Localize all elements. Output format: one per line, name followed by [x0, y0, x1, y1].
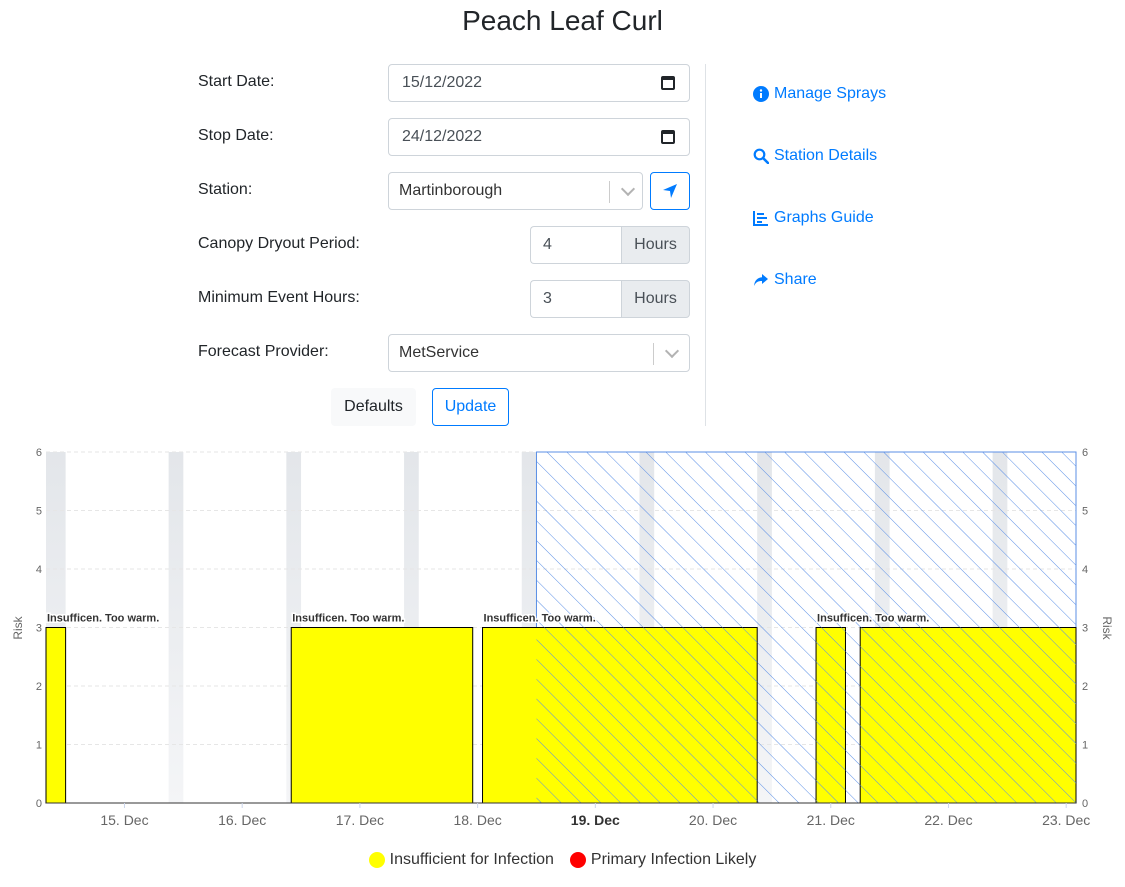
y-tick-label-right: 4 [1082, 564, 1088, 576]
y-tick-label-left: 0 [36, 798, 42, 810]
forecast-hatch-on-area [816, 627, 846, 803]
select-separator [653, 343, 654, 365]
start-date-label: Start Date: [198, 73, 275, 90]
min-event-hours-value: 3 [543, 290, 552, 307]
vertical-divider [705, 64, 706, 426]
page-title: Peach Leaf Curl [462, 5, 663, 36]
select-separator [609, 181, 610, 203]
x-tick-label: 16. Dec [218, 812, 266, 828]
x-tick-label: 23. Dec [1042, 812, 1090, 828]
manage-sprays-link[interactable]: Manage Sprays [753, 85, 886, 103]
y-tick-label-right: 1 [1082, 740, 1088, 752]
x-tick-label: 19. Dec [571, 812, 620, 828]
x-tick-label: 17. Dec [336, 812, 384, 828]
bar-chart-icon [753, 210, 769, 226]
period-label: Insufficen. Too warm. [292, 613, 404, 625]
start-date-value: 15/12/2022 [402, 74, 483, 91]
search-icon [753, 148, 769, 164]
legend-dot-red [569, 852, 586, 868]
share-label: Share [774, 271, 817, 288]
chevron-down-icon[interactable] [620, 181, 636, 197]
info-circle-icon [753, 86, 769, 102]
forecast-hatch-on-area [860, 627, 1076, 803]
y-tick-label-right: 0 [1082, 798, 1088, 810]
x-tick-label: 15. Dec [100, 812, 148, 828]
legend-dot-yellow [368, 852, 385, 868]
y-tick-label-left: 6 [36, 447, 42, 459]
y-axis-label-right: Risk [1100, 616, 1114, 640]
x-tick-label: 21. Dec [807, 812, 855, 828]
legend-item-primary-infection[interactable]: Primary Infection Likely [569, 851, 757, 869]
forecast-provider-label: Forecast Provider: [198, 343, 329, 360]
stop-date-label: Stop Date: [198, 127, 274, 144]
graphs-guide-label: Graphs Guide [774, 209, 874, 226]
station-details-label: Station Details [774, 147, 878, 164]
y-tick-label-left: 1 [36, 740, 42, 752]
y-tick-label-left: 3 [36, 623, 42, 635]
forecast-provider-select[interactable]: MetService [388, 334, 690, 372]
locate-station-button[interactable] [650, 172, 690, 210]
period-label: Insufficen. Too warm. [47, 613, 159, 625]
risk-area[interactable] [45, 627, 67, 804]
min-event-hours-label: Minimum Event Hours: [198, 289, 360, 306]
min-event-hours-unit: Hours [621, 280, 690, 318]
update-button[interactable]: Update [432, 388, 509, 426]
defaults-button[interactable]: Defaults [331, 388, 416, 426]
canopy-dryout-label: Canopy Dryout Period: [198, 235, 360, 252]
y-tick-label-right: 6 [1082, 447, 1088, 459]
calendar-icon[interactable] [661, 76, 675, 90]
legend-label: Primary Infection Likely [590, 851, 757, 868]
risk-chart: Insufficen. Too warm. Insufficen. Too war… [11, 447, 1114, 828]
manage-sprays-label: Manage Sprays [774, 85, 887, 102]
period-label: Insufficen. Too warm. [817, 613, 929, 625]
station-value: Martinborough [399, 182, 503, 199]
forecast-hatch-on-area [536, 627, 758, 803]
y-tick-label-left: 5 [36, 506, 42, 518]
chart-legend: Insufficient for Infection Primary Infec… [0, 851, 1125, 869]
legend-item-insufficient[interactable]: Insufficient for Infection [368, 851, 554, 869]
period-label: Insufficen. Too warm. [484, 613, 596, 625]
location-arrow-icon [663, 184, 677, 198]
canopy-dryout-value: 4 [543, 236, 552, 253]
x-tick-label: 22. Dec [924, 812, 972, 828]
share-icon [753, 272, 769, 288]
graphs-guide-link[interactable]: Graphs Guide [753, 209, 874, 227]
x-tick-label: 18. Dec [453, 812, 501, 828]
calendar-icon[interactable] [661, 130, 675, 144]
station-label: Station: [198, 181, 253, 198]
station-select[interactable]: Martinborough [388, 172, 643, 210]
canopy-dryout-input[interactable]: 4 [530, 226, 622, 264]
y-tick-label-right: 3 [1082, 623, 1088, 635]
x-tick-label: 20. Dec [689, 812, 737, 828]
share-link[interactable]: Share [753, 271, 817, 289]
chevron-down-icon[interactable] [664, 343, 680, 359]
y-tick-label-left: 2 [36, 681, 42, 693]
canopy-dryout-unit: Hours [621, 226, 690, 264]
station-details-link[interactable]: Station Details [753, 147, 877, 165]
stop-date-value: 24/12/2022 [402, 128, 483, 145]
y-tick-label-right: 5 [1082, 506, 1088, 518]
min-event-hours-input[interactable]: 3 [530, 280, 622, 318]
legend-label: Insufficient for Infection [389, 851, 554, 868]
y-tick-label-left: 4 [36, 564, 42, 576]
y-tick-label-right: 2 [1082, 681, 1088, 693]
forecast-provider-value: MetService [399, 344, 480, 361]
y-axis-label-left: Risk [11, 615, 25, 639]
start-date-input[interactable]: 15/12/2022 [388, 64, 690, 102]
stop-date-input[interactable]: 24/12/2022 [388, 118, 690, 156]
risk-area[interactable] [290, 627, 474, 804]
